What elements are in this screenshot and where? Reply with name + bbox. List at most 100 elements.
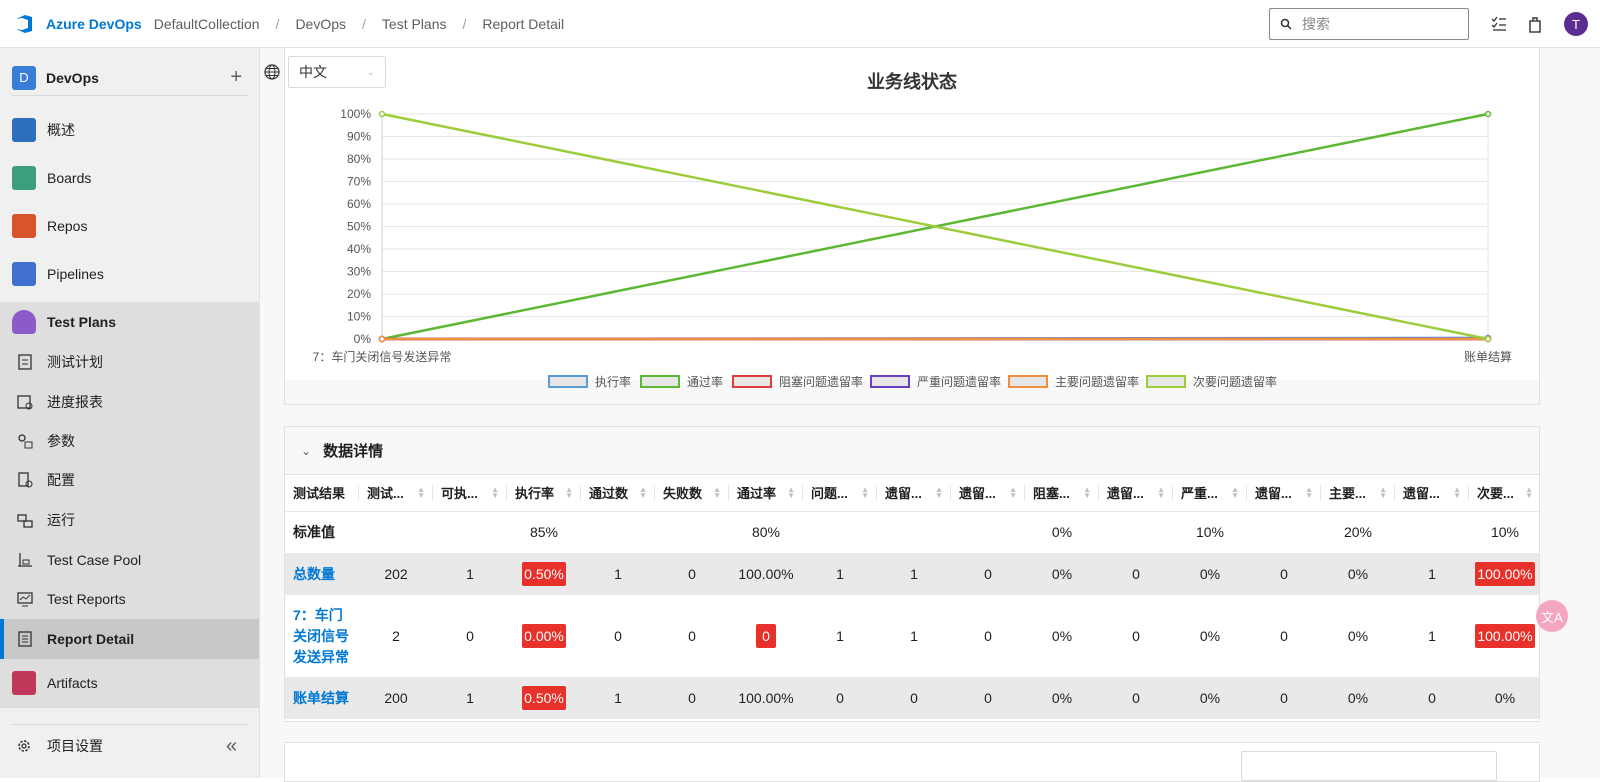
table-cell: 100.00% [729, 677, 803, 719]
row-name-link[interactable]: 账单结算 [285, 677, 359, 719]
column-header[interactable]: 主要... ▲ ▼ [1321, 475, 1395, 512]
column-header[interactable]: 测试结果 [285, 475, 359, 512]
sort-icon[interactable]: ▲ ▼ [639, 486, 647, 500]
sort-icon[interactable]: ▲ ▼ [713, 486, 721, 500]
column-header[interactable]: 执行率 ▲ ▼ [507, 475, 581, 512]
column-header-label: 次要... [1477, 486, 1514, 502]
legend-label[interactable]: 主要问题遗留率 [1055, 374, 1139, 389]
data-point[interactable] [1484, 335, 1492, 343]
sort-icon[interactable]: ▲ ▼ [1525, 486, 1533, 500]
breadcrumb-test-plans[interactable]: Test Plans [382, 16, 447, 32]
legend-label[interactable]: 阻塞问题遗留率 [779, 374, 863, 389]
legend-label[interactable]: 通过率 [687, 374, 723, 389]
search-input[interactable]: 搜索 [1269, 8, 1469, 40]
cell-value: 0 [1280, 566, 1288, 582]
legend-swatch[interactable] [548, 375, 588, 388]
table-cell: 2 [359, 595, 433, 677]
sort-icon[interactable]: ▲ ▼ [417, 486, 425, 500]
collapse-sidebar-icon[interactable]: « [226, 735, 237, 758]
sort-icon[interactable]: ▲ ▼ [565, 486, 573, 500]
column-header[interactable]: 遗留... ▲ ▼ [1099, 475, 1173, 512]
standard-value-row: 标准值 85% 80% 0% 10% 20% 10% [285, 511, 1539, 553]
column-header[interactable]: 遗留... ▲ ▼ [951, 475, 1025, 512]
column-header[interactable]: 遗留... ▲ ▼ [877, 475, 951, 512]
sidebar-item-runs[interactable]: 运行 [0, 500, 259, 540]
column-header[interactable]: 测试... ▲ ▼ [359, 475, 433, 512]
artifacts-icon [12, 671, 36, 695]
translate-button[interactable]: 文A [1536, 600, 1568, 632]
breadcrumb-report-detail[interactable]: Report Detail [482, 16, 564, 32]
sort-icon[interactable]: ▲ ▼ [491, 486, 499, 500]
add-icon[interactable]: + [230, 66, 242, 89]
data-point[interactable] [1484, 110, 1492, 118]
sidebar-item-artifacts[interactable]: Artifacts [0, 663, 259, 703]
brand-link[interactable]: Azure DevOps [46, 16, 142, 32]
legend-swatch[interactable] [732, 375, 772, 388]
column-header[interactable]: 阻塞... ▲ ▼ [1025, 475, 1099, 512]
shopping-bag-icon[interactable] [1525, 14, 1545, 34]
table-cell [1099, 511, 1173, 553]
column-header[interactable]: 可执... ▲ ▼ [433, 475, 507, 512]
column-header[interactable]: 问题... ▲ ▼ [803, 475, 877, 512]
legend-swatch[interactable] [870, 375, 910, 388]
data-point[interactable] [378, 335, 386, 343]
legend-swatch[interactable] [1146, 375, 1186, 388]
legend-label[interactable]: 次要问题遗留率 [1193, 374, 1277, 389]
sidebar-item-test-plan[interactable]: 测试计划 [0, 342, 259, 382]
filter-input[interactable] [1241, 751, 1497, 781]
sidebar-item-parameters[interactable]: 参数 [0, 421, 259, 461]
legend-swatch[interactable] [640, 375, 680, 388]
table-cell: 1 [803, 595, 877, 677]
sidebar-item-label: 配置 [47, 472, 75, 488]
overview-icon [12, 118, 36, 142]
sidebar-item-progress-report[interactable]: 进度报表 [0, 382, 259, 422]
column-header[interactable]: 通过率 ▲ ▼ [729, 475, 803, 512]
sidebar-item-pipelines[interactable]: Pipelines [0, 254, 259, 294]
data-point[interactable] [378, 110, 386, 118]
sidebar-item-test-reports[interactable]: Test Reports [0, 579, 259, 619]
column-header[interactable]: 遗留... ▲ ▼ [1247, 475, 1321, 512]
legend-label[interactable]: 严重问题遗留率 [917, 374, 1001, 389]
legend-label[interactable]: 执行率 [595, 374, 631, 389]
column-header[interactable]: 次要... ▲ ▼ [1469, 475, 1539, 512]
data-detail-header[interactable]: ⌄ 数据详情 [285, 427, 1539, 475]
project-settings-button[interactable]: 项目设置 « [0, 726, 259, 766]
column-header[interactable]: 遗留... ▲ ▼ [1395, 475, 1469, 512]
sidebar-item-overview[interactable]: 概述 [0, 110, 259, 150]
sidebar-item-boards[interactable]: Boards [0, 158, 259, 198]
sort-icon[interactable]: ▲ ▼ [861, 486, 869, 500]
globe-icon[interactable] [264, 64, 280, 80]
column-header[interactable]: 通过数 ▲ ▼ [581, 475, 655, 512]
sort-icon[interactable]: ▲ ▼ [1379, 486, 1387, 500]
legend-swatch[interactable] [1008, 375, 1048, 388]
sidebar-item-report-detail[interactable]: Report Detail [0, 619, 259, 659]
table-cell: 0.00% [507, 595, 581, 677]
sidebar-item-test-plans[interactable]: Test Plans [0, 302, 259, 342]
sort-icon[interactable]: ▲ ▼ [1231, 486, 1239, 500]
azure-devops-logo-icon[interactable] [12, 12, 36, 36]
column-header[interactable]: 严重... ▲ ▼ [1173, 475, 1247, 512]
row-name-link[interactable]: 7：车门关闭信号发送异常 [285, 595, 359, 677]
sidebar-item-repos[interactable]: Repos [0, 206, 259, 246]
sort-icon[interactable]: ▲ ▼ [935, 486, 943, 500]
sort-icon[interactable]: ▲ ▼ [1009, 486, 1017, 500]
task-list-icon[interactable] [1489, 14, 1509, 34]
language-select[interactable]: 中文 ⌄ [288, 56, 386, 88]
sort-icon[interactable]: ▲ ▼ [787, 486, 795, 500]
breadcrumb-project[interactable]: DevOps [295, 16, 346, 32]
row-name-link[interactable]: 总数量 [285, 553, 359, 595]
sort-icon[interactable]: ▲ ▼ [1083, 486, 1091, 500]
sidebar-item-label: Test Case Pool [47, 552, 142, 568]
project-header[interactable]: D DevOps + [12, 60, 248, 96]
sort-icon[interactable]: ▲ ▼ [1305, 486, 1313, 500]
cell-value: 1 [614, 566, 622, 582]
sidebar-item-test-case-pool[interactable]: Test Case Pool [0, 540, 259, 580]
chevron-down-icon[interactable]: ⌄ [301, 444, 311, 458]
sidebar-item-configurations[interactable]: 配置 [0, 460, 259, 500]
sort-icon[interactable]: ▲ ▼ [1157, 486, 1165, 500]
breadcrumb-collection[interactable]: DefaultCollection [154, 16, 260, 32]
sort-icon[interactable]: ▲ ▼ [1453, 486, 1461, 500]
user-avatar[interactable]: T [1564, 12, 1588, 36]
column-header[interactable]: 失败数 ▲ ▼ [655, 475, 729, 512]
sidebar-item-label: Test Plans [47, 314, 116, 330]
